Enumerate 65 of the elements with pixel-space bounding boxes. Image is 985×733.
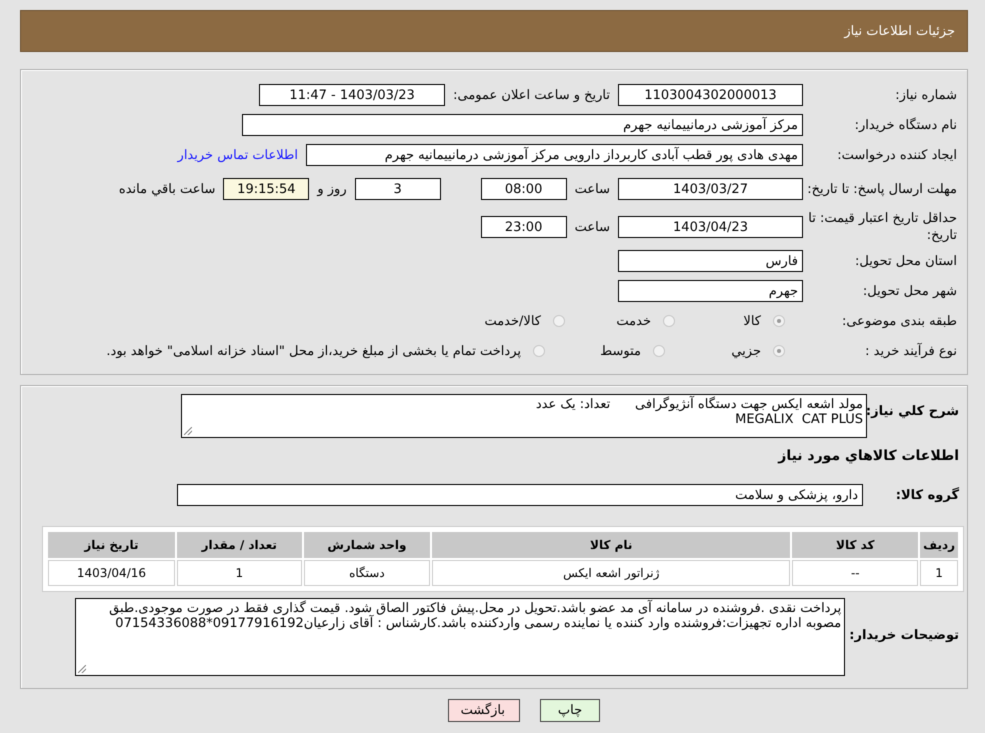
column-header: تاریخ نیاز	[48, 532, 175, 558]
field-label: شهر محل تحویل:	[862, 282, 958, 300]
resize-grip-icon	[184, 427, 192, 435]
option-label: خدمت	[615, 314, 652, 328]
option-label: کالا	[742, 314, 762, 328]
city-field: جهرم	[618, 280, 803, 302]
column-header: نام کالا	[432, 532, 790, 558]
table-cell: ژنراتور اشعه ایکس	[432, 560, 790, 586]
buyer-notes-field[interactable]	[75, 598, 846, 676]
field-label: نام دستگاه خریدار:	[854, 116, 958, 134]
column-header: کد کالا	[792, 532, 918, 558]
days-field: 3	[354, 178, 441, 200]
field-label: نوع فرآیند خرید :	[864, 342, 958, 360]
time-field: 23:00	[480, 216, 567, 238]
field-label: شماره نیاز:	[894, 86, 958, 104]
print-button[interactable]: چاپ	[540, 699, 600, 722]
column-header: رديف	[920, 532, 958, 558]
announce-date-field: 1403/03/23 - 11:47	[259, 84, 446, 106]
description-line: MEGALIX CAT PLUS	[734, 412, 863, 427]
table-cell: دستگاه	[304, 560, 430, 586]
resize-grip-icon	[78, 665, 86, 673]
need-number-field: 1103004302000013	[618, 84, 803, 106]
description-line: مولد اشعه ایکس جهت دستگاه آنژیوگرافی تعداد: یک عدد	[534, 397, 863, 412]
table-cell: 1	[176, 560, 302, 586]
remaining-time-field: 19:15:54	[223, 178, 310, 200]
page-title: جزئیات اطلاعات نیاز	[844, 24, 955, 38]
province-field: فارس	[618, 250, 803, 272]
requester-field: مهدی هادی پور قطب آبادی کاربرداز دارویی مرکز آموزشی درمانییمانیه جهرم	[306, 144, 803, 166]
field-label: مهلت ارسال پاسخ: تا تاریخ:	[806, 180, 958, 198]
time-label: ساعت	[574, 182, 611, 196]
radio-button[interactable]	[773, 345, 785, 357]
notes-text: پرداخت نقدی .فروشنده در سامانه آی مد عضو باشد.تحویل در محل.پیش فاکتور الصاق شود. قیمت گذاری فقط در صورت موجودی.طبق مصوبه اداره تجهیزات:فروشنده وارد کننده یا نماینده رسمی واردکننده باشد.کارشناس : آقای زارعیان09177916192*07154336088	[108, 601, 842, 631]
table-cell: 1	[920, 560, 958, 586]
section-title: اطلاعات كالاهاي مورد نياز	[776, 447, 960, 464]
column-header: تعداد / مقدار	[176, 532, 302, 558]
option-label: کالا/خدمت	[483, 314, 542, 328]
table-cell: --	[792, 560, 918, 586]
field-label: شرح كلي نياز:	[867, 403, 960, 419]
radio-button[interactable]	[553, 315, 565, 327]
radio-button[interactable]	[653, 345, 665, 357]
field-label: توضیحات خریدار:	[849, 627, 960, 643]
contact-link[interactable]: اطلاعات تماس خریدار	[178, 148, 306, 162]
field-label: طبقه بندی موضوعی:	[840, 312, 958, 330]
remaining-label: ساعت باقي مانده	[118, 182, 216, 196]
product-group-field: دارو، پزشکی و سلامت	[177, 484, 863, 506]
table-cell: 1403/04/16	[48, 560, 175, 586]
date-field: 1403/04/23	[618, 216, 803, 238]
field-label: حداقل تاریخ اعتبار قیمت: تا تاریخ:	[807, 210, 958, 244]
column-header: واحد شمارش	[304, 532, 430, 558]
back-button[interactable]: بازگشت	[448, 699, 520, 722]
radio-button[interactable]	[533, 345, 545, 357]
option-label: متوسط	[599, 344, 642, 358]
option-label: پرداخت تمام یا بخشی از مبلغ خرید،از محل "اسناد خزانه اسلامی" خواهد بود.	[105, 344, 522, 358]
option-label: جزيي	[730, 344, 762, 358]
field-label: استان محل تحویل:	[854, 252, 958, 270]
buyer-org-field: مرکز آموزشی درمانییمانیه جهرم	[242, 114, 803, 136]
days-label: روز و	[316, 182, 348, 196]
field-label: ایجاد کننده درخواست:	[836, 146, 958, 164]
date-field: 1403/03/27	[618, 178, 803, 200]
time-label: ساعت	[574, 220, 611, 234]
radio-button[interactable]	[773, 315, 785, 327]
field-label: تاریخ و ساعت اعلان عمومی:	[452, 88, 611, 102]
radio-button[interactable]	[663, 315, 675, 327]
time-field: 08:00	[480, 178, 567, 200]
field-label: گروه كالا:	[894, 486, 960, 503]
